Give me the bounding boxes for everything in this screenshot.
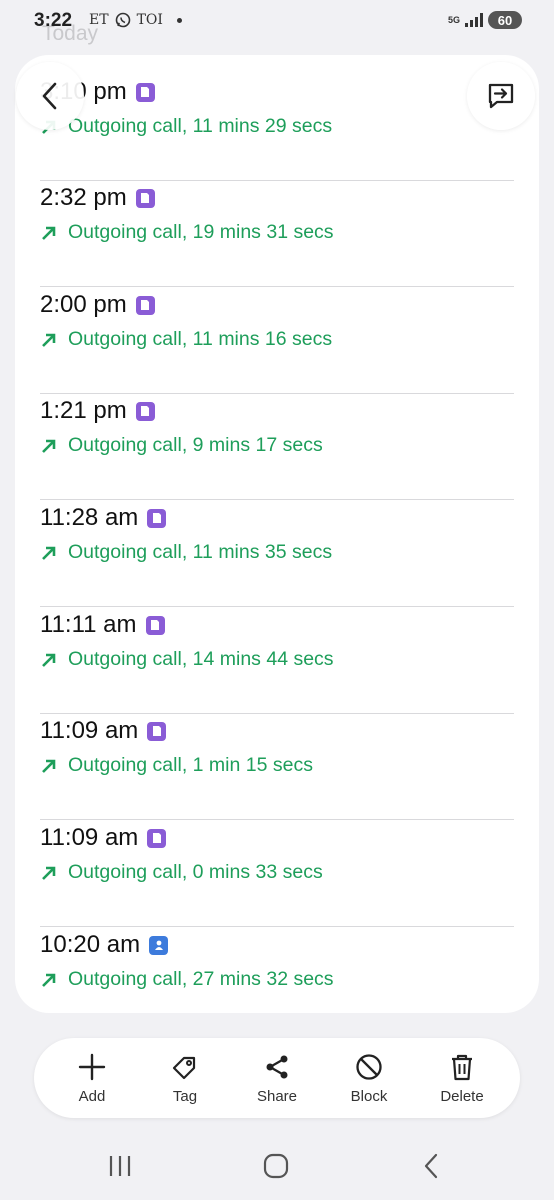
- sim-card-icon: [135, 295, 155, 315]
- outgoing-arrow-icon: [42, 546, 56, 560]
- toi-notification-icon: TOI: [136, 12, 163, 28]
- sim-card-icon: [135, 188, 155, 208]
- delete-button[interactable]: Delete: [422, 1052, 502, 1112]
- plus-icon: [78, 1053, 106, 1081]
- outgoing-arrow-icon: [42, 653, 56, 667]
- notification-icons: ET TOI: [89, 12, 182, 28]
- call-entry[interactable]: 3:10 pm Outgoing call, 11 mins 29 secs: [40, 75, 514, 181]
- signal-icon: [465, 13, 483, 27]
- delete-label: Delete: [440, 1088, 484, 1105]
- system-back-icon: [424, 1153, 438, 1179]
- call-detail: Outgoing call, 11 mins 35 secs: [68, 541, 333, 563]
- share-icon: [266, 1055, 288, 1079]
- outgoing-arrow-icon: [42, 439, 56, 453]
- message-icon: [488, 83, 514, 109]
- call-time: 10:20 am: [40, 931, 141, 958]
- call-entry[interactable]: 2:00 pm Outgoing call, 11 mins 16 secs: [40, 288, 514, 394]
- whatsapp-icon: [115, 12, 130, 28]
- add-label: Add: [78, 1088, 106, 1105]
- status-time: 3:22: [34, 10, 73, 31]
- call-entry[interactable]: 2:32 pm Outgoing call, 19 mins 31 secs: [40, 181, 514, 287]
- outgoing-arrow-icon: [42, 759, 56, 773]
- back-chevron-icon: [42, 82, 57, 110]
- call-time: 11:28 am: [40, 504, 139, 531]
- call-detail: Outgoing call, 11 mins 16 secs: [68, 328, 333, 350]
- call-detail: Outgoing call, 9 mins 17 secs: [68, 434, 323, 456]
- sim-card-icon: [145, 615, 165, 635]
- call-entry[interactable]: 10:20 am Outgoing call, 27 mins 32 secs: [40, 928, 514, 1013]
- divider: [40, 499, 514, 500]
- divider: [40, 819, 514, 820]
- outgoing-arrow-icon: [42, 866, 56, 880]
- tag-icon: [172, 1056, 196, 1080]
- call-entry[interactable]: 11:28 am Outgoing call, 11 mins 35 secs: [40, 501, 514, 607]
- call-entry[interactable]: 11:09 am Outgoing call, 0 mins 33 secs: [40, 821, 514, 927]
- status-right: 5G 60: [448, 11, 522, 29]
- block-label: Block: [350, 1088, 388, 1105]
- outgoing-arrow-icon: [42, 226, 56, 240]
- divider: [40, 926, 514, 927]
- call-time: 2:32 pm: [40, 184, 127, 211]
- call-entry[interactable]: 1:21 pm Outgoing call, 9 mins 17 secs: [40, 394, 514, 500]
- bottom-action-bar: Add Tag Share Block Delete: [34, 1038, 520, 1118]
- call-detail: Outgoing call, 0 mins 33 secs: [68, 861, 323, 883]
- system-back-button[interactable]: [412, 1148, 452, 1184]
- outgoing-arrow-icon: [42, 973, 56, 987]
- share-label: Share: [256, 1088, 298, 1105]
- trash-icon: [452, 1054, 472, 1081]
- contact-icon: [149, 935, 169, 955]
- status-bar: 3:22 ET TOI 5G 60: [0, 0, 554, 44]
- sim-card-icon: [147, 721, 167, 741]
- call-time: 11:09 am: [40, 717, 139, 744]
- sim-card-icon: [135, 401, 155, 421]
- call-entry[interactable]: 11:11 am Outgoing call, 14 mins 44 secs: [40, 608, 514, 714]
- more-notifications-dot: [176, 17, 182, 23]
- call-detail: Outgoing call, 14 mins 44 secs: [68, 648, 334, 670]
- battery-indicator: 60: [488, 11, 522, 29]
- call-time: 11:09 am: [40, 824, 139, 851]
- block-icon: [356, 1054, 382, 1080]
- tag-label: Tag: [172, 1088, 198, 1105]
- call-detail: Outgoing call, 11 mins 29 secs: [68, 115, 333, 137]
- call-detail: Outgoing call, 27 mins 32 secs: [68, 968, 334, 990]
- divider: [40, 606, 514, 607]
- sim-card-icon: [135, 82, 155, 102]
- sim-card-icon: [147, 828, 167, 848]
- et-notification-icon: ET: [89, 12, 109, 28]
- back-button[interactable]: [16, 62, 84, 130]
- block-button[interactable]: Block: [329, 1052, 409, 1112]
- call-time: 11:11 am: [40, 611, 137, 638]
- call-entry[interactable]: 11:09 am Outgoing call, 1 min 15 secs: [40, 714, 514, 820]
- recent-apps-icon: [109, 1156, 131, 1176]
- call-time: 2:00 pm: [40, 291, 127, 318]
- call-time: 1:21 pm: [40, 397, 127, 424]
- home-button[interactable]: [256, 1148, 296, 1184]
- share-button[interactable]: Share: [237, 1052, 317, 1112]
- add-button[interactable]: Add: [52, 1052, 132, 1112]
- call-log-card: 3:10 pm Outgoing call, 11 mins 29 secs 2…: [15, 55, 539, 1013]
- recent-apps-button[interactable]: [100, 1148, 140, 1184]
- call-detail: Outgoing call, 19 mins 31 secs: [68, 221, 334, 243]
- outgoing-arrow-icon: [42, 333, 56, 347]
- network-label: 5G: [447, 14, 460, 25]
- message-button[interactable]: [467, 62, 535, 130]
- divider: [40, 286, 514, 287]
- home-icon: [263, 1153, 289, 1179]
- sim-card-icon: [147, 508, 167, 528]
- tag-button[interactable]: Tag: [145, 1052, 225, 1112]
- call-detail: Outgoing call, 1 min 15 secs: [68, 754, 313, 776]
